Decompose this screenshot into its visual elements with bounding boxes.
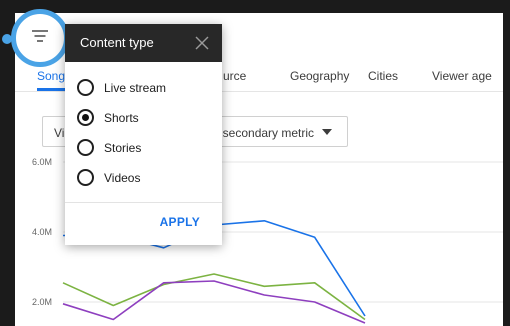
filter-button[interactable] xyxy=(11,9,69,67)
filter-icon xyxy=(16,14,64,62)
tab-viewer-age[interactable]: Viewer age xyxy=(432,69,492,83)
option-live-stream[interactable]: Live stream xyxy=(77,76,212,100)
apply-button[interactable]: APPLY xyxy=(160,215,200,229)
option-videos[interactable]: Videos xyxy=(77,166,212,190)
radio-button[interactable] xyxy=(77,79,94,96)
popup-title: Content type xyxy=(80,35,154,50)
option-stories[interactable]: Stories xyxy=(77,136,212,160)
secondary-metric-label: t secondary metric xyxy=(216,126,315,140)
screenshot-frame: 6.0M 4.0M 2.0M Song urce Geography Cities … xyxy=(0,0,510,326)
y-tick-label: 4.0M xyxy=(32,227,52,237)
radio-button[interactable] xyxy=(77,139,94,156)
popup-divider xyxy=(65,202,222,203)
chevron-down-icon xyxy=(322,129,332,135)
y-tick-label: 2.0M xyxy=(32,297,52,307)
popup-header: Content type xyxy=(65,24,222,62)
y-tick-label: 6.0M xyxy=(32,157,52,167)
option-label: Videos xyxy=(104,171,141,185)
tab-cities[interactable]: Cities xyxy=(368,69,398,83)
option-shorts[interactable]: Shorts xyxy=(77,106,212,130)
radio-button[interactable] xyxy=(77,169,94,186)
radio-button-selected[interactable] xyxy=(77,109,94,126)
option-label: Live stream xyxy=(104,81,167,95)
option-label: Stories xyxy=(104,141,142,155)
tab-geography[interactable]: Geography xyxy=(290,69,349,83)
tab-traffic-source[interactable]: urce xyxy=(223,69,246,83)
content-type-popup: Content type Live stream Shorts Stories … xyxy=(65,24,222,245)
tab-song[interactable]: Song xyxy=(37,69,65,83)
close-icon[interactable] xyxy=(192,33,212,53)
option-label: Shorts xyxy=(104,111,139,125)
